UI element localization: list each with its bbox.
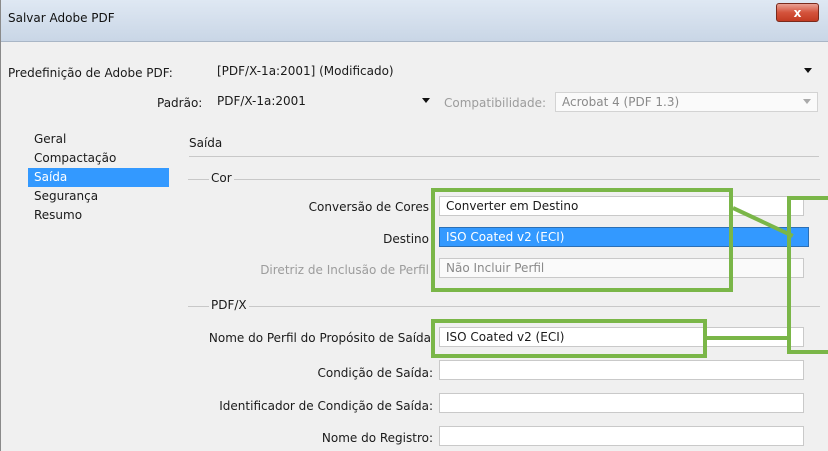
destination-label: Destino [383, 232, 429, 246]
window-title: Salvar Adobe PDF [8, 11, 115, 25]
output-condition-label: Condição de Saída: [317, 366, 433, 380]
compatibility-dropdown: Acrobat 4 (PDF 1.3) [555, 92, 818, 112]
pdfx-group-legend: PDF/X [209, 298, 249, 312]
save-adobe-pdf-dialog: Salvar Adobe PDF x Predefinição de Adobe… [0, 0, 828, 451]
sidebar-item-security[interactable]: Segurança [28, 187, 169, 206]
highlight-box-profile [431, 319, 707, 358]
close-button[interactable]: x [776, 3, 819, 22]
sidebar-item-general[interactable]: Geral [28, 130, 169, 149]
color-group-legend: Cor [209, 171, 234, 185]
color-group-border [188, 179, 820, 180]
close-icon: x [793, 6, 802, 20]
standard-label: Padrão: [157, 96, 203, 110]
registry-name-label: Nome do Registro: [321, 431, 433, 445]
sidebar-item-summary[interactable]: Resumo [28, 206, 169, 225]
output-condition-id-field[interactable] [439, 393, 804, 413]
section-title: Saída [189, 136, 223, 150]
compatibility-value: Acrobat 4 (PDF 1.3) [562, 95, 680, 109]
standard-value: PDF/X-1a:2001 [217, 94, 306, 108]
chevron-down-icon [422, 98, 430, 103]
callout-box [787, 196, 828, 354]
title-bar: Salvar Adobe PDF x [1, 0, 828, 42]
sidebar-item-compression[interactable]: Compactação [28, 149, 169, 168]
preset-value: [PDF/X-1a:2001] (Modificado) [217, 64, 394, 78]
pdfx-group-border [188, 306, 820, 307]
preset-dropdown[interactable]: [PDF/X-1a:2001] (Modificado) [215, 62, 818, 82]
output-condition-id-label: Identificador de Condição de Saída: [219, 399, 433, 413]
output-intent-profile-label: Nome do Perfil do Propósito de Saída [208, 331, 431, 345]
section-divider [189, 156, 819, 157]
standard-dropdown[interactable]: PDF/X-1a:2001 [215, 92, 436, 112]
highlight-box-color [431, 188, 733, 292]
chevron-down-icon [803, 99, 811, 104]
preset-label: Predefinição de Adobe PDF: [8, 66, 173, 80]
chevron-down-icon [804, 68, 812, 73]
sidebar: Geral Compactação Saída Segurança Resumo [28, 130, 169, 225]
callout-line-profile [707, 336, 789, 340]
output-condition-field[interactable] [439, 360, 804, 380]
sidebar-item-output[interactable]: Saída [28, 168, 169, 187]
compatibility-label: Compatibilidade: [444, 96, 547, 110]
profile-policy-label: Diretriz de Inclusão de Perfil [260, 263, 429, 277]
color-conversion-label: Conversão de Cores [308, 200, 429, 214]
registry-name-field[interactable] [439, 426, 804, 446]
